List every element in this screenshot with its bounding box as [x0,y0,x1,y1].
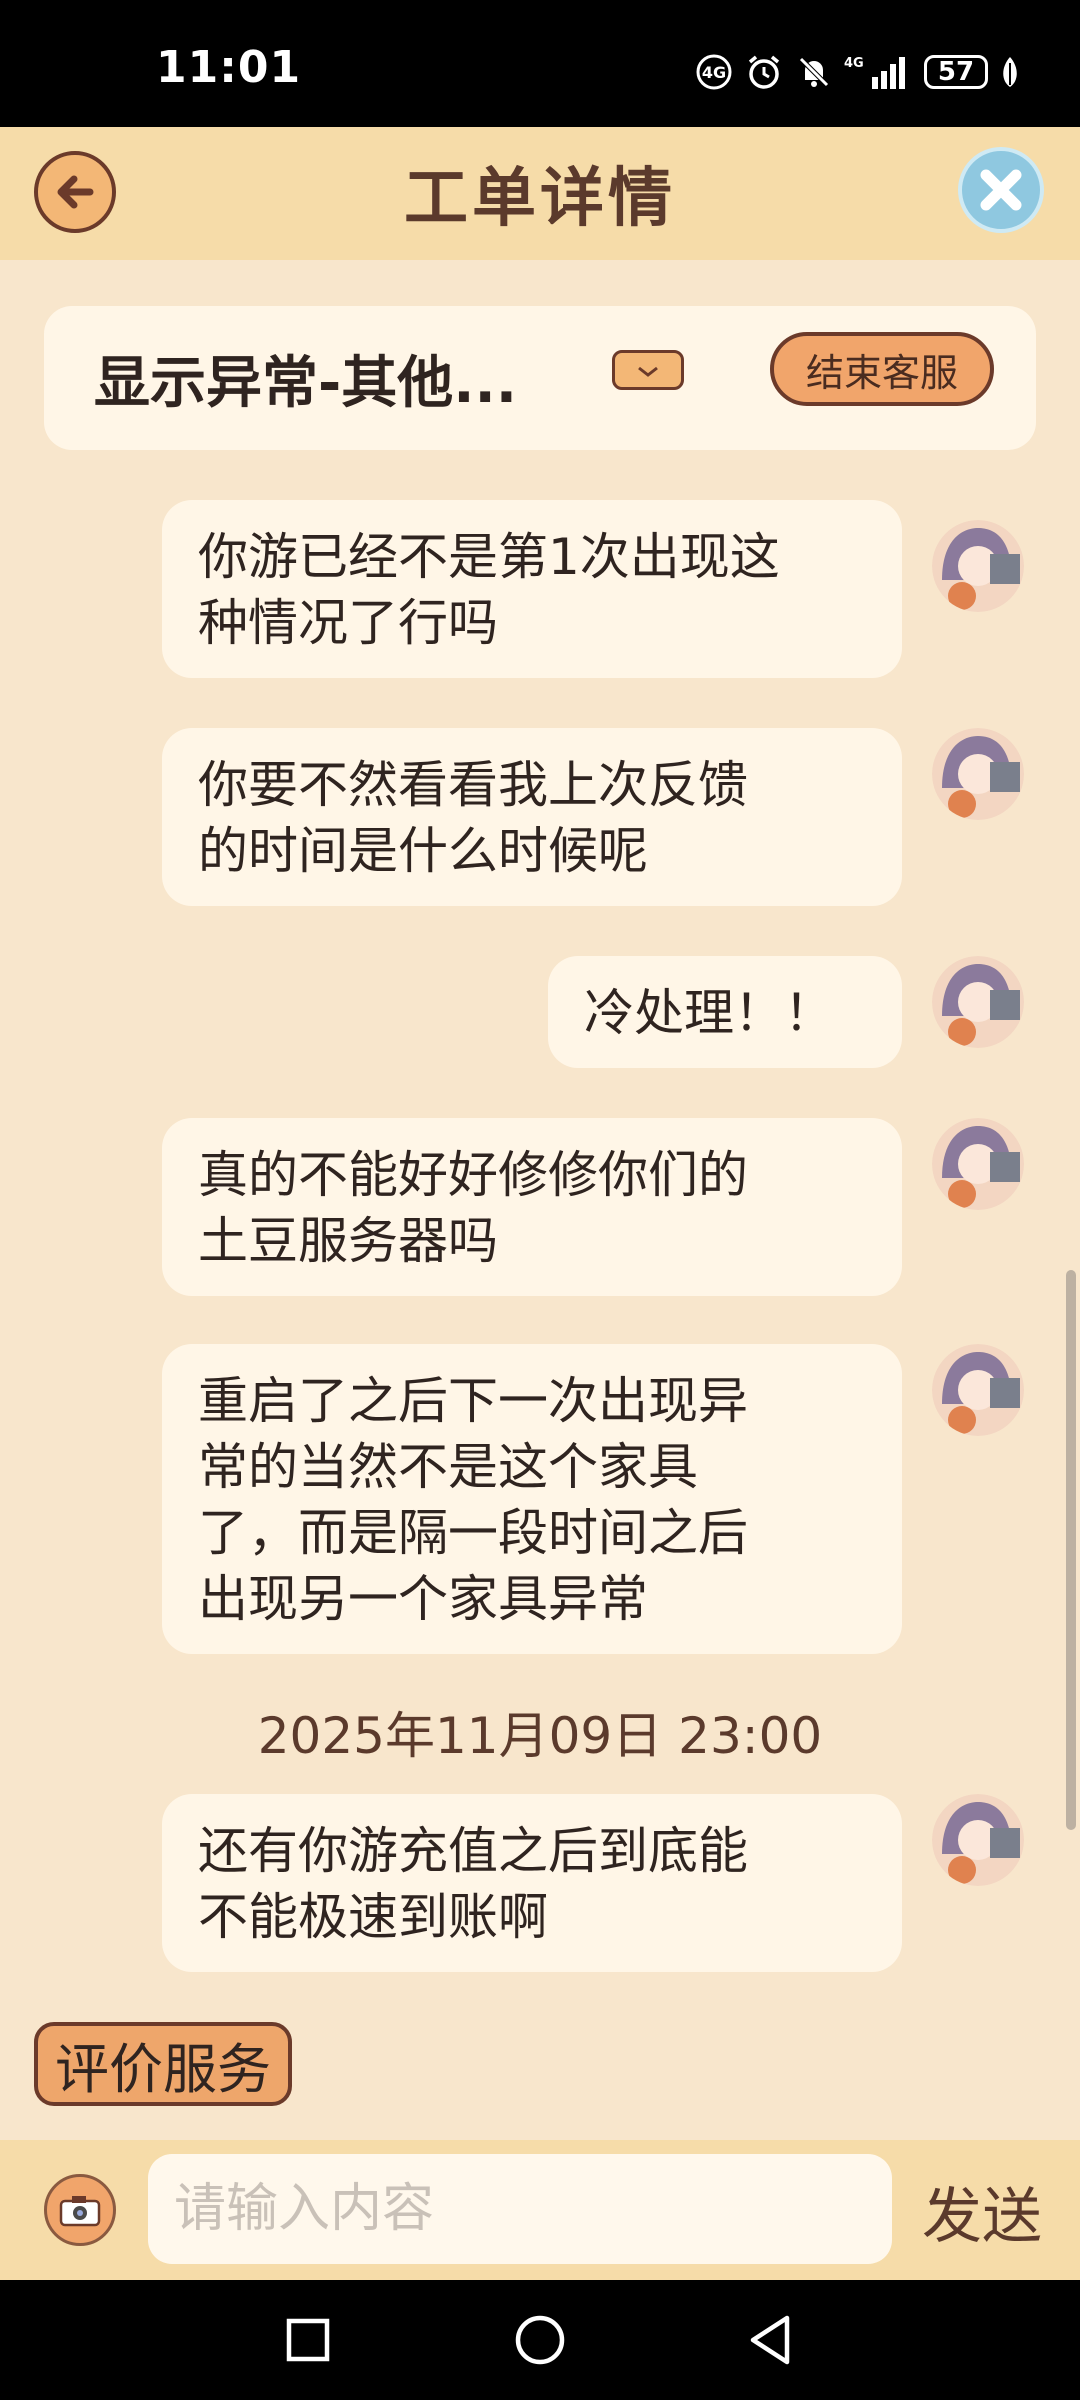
message-line: 常的当然不是这个家具 [198,1438,698,1496]
message-line: 的时间是什么时候呢 [198,822,648,880]
hd-icon: 4G [694,52,734,92]
message-bubble: 你游已经不是第1次出现这 种情况了行吗 [162,500,902,678]
message-line: 重启了之后下一次出现异 [198,1372,748,1430]
camera-icon [59,2196,101,2227]
page-title: 工单详情 [404,162,676,236]
avatar[interactable] [932,520,1024,612]
message-line: 你游已经不是第1次出现这 [198,528,780,586]
message-bubble: 你要不然看看我上次反馈 的时间是什么时候呢 [162,728,902,906]
message-line: 种情况了行吗 [198,594,498,652]
signal-icon: 4G [844,52,914,92]
back-nav-button[interactable] [740,2310,800,2370]
message-line: 出现另一个家具异常 [198,1570,648,1628]
input-bar: 发送 [0,2140,1080,2280]
camera-button[interactable] [44,2174,116,2246]
status-time: 11:01 [156,42,302,93]
avatar[interactable] [932,1344,1024,1436]
chevron-down-icon [638,366,658,377]
rate-service-button[interactable]: 评价服务 [34,2022,292,2106]
message-bubble: 真的不能好好修修你们的 土豆服务器吗 [162,1118,902,1296]
message-line: 还有你游充值之后到底能 [198,1822,748,1880]
leaf-icon [998,52,1022,92]
status-bar: 11:01 4G 4G 57 [0,0,1080,127]
message-line: 不能极速到账啊 [198,1888,548,1946]
ticket-title: 显示异常-其他... [94,351,518,416]
message-line: 你要不然看看我上次反馈 [198,756,748,814]
avatar[interactable] [932,728,1024,820]
network-label: 4G [844,56,864,71]
avatar[interactable] [932,1794,1024,1886]
alarm-icon [744,52,784,92]
battery-icon: 57 [924,55,988,89]
triangle-back-icon [750,2315,790,2365]
app-header: 工单详情 [0,127,1080,260]
circle-icon [515,2315,565,2365]
system-nav-bar [0,2280,1080,2400]
message-line: 真的不能好好修修你们的 [198,1146,748,1204]
message-bubble: 还有你游充值之后到底能 不能极速到账啊 [162,1794,902,1972]
message-bubble: 重启了之后下一次出现异 常的当然不是这个家具 了，而是隔一段时间之后 出现另一个… [162,1344,902,1654]
expand-button[interactable] [612,350,684,390]
chat-area[interactable]: 你游已经不是第1次出现这 种情况了行吗 你要不然看看我上次反馈 的时间是什么时候… [0,480,1080,2020]
message-line: 冷处理！！ [584,984,834,1042]
end-service-button[interactable]: 结束客服 [770,332,994,406]
message-line: 了，而是隔一段时间之后 [198,1504,748,1562]
mute-icon [794,52,834,92]
send-button[interactable]: 发送 [922,2168,1042,2255]
message-input[interactable] [148,2154,892,2264]
square-icon [286,2318,330,2362]
close-button[interactable] [958,147,1044,233]
message-bubble: 冷处理！！ [548,956,902,1068]
home-button[interactable] [510,2310,570,2370]
close-icon [980,169,1022,211]
status-icons: 4G 4G 57 [694,46,1022,98]
avatar[interactable] [932,956,1024,1048]
message-line: 土豆服务器吗 [198,1212,498,1270]
message-timestamp: 2025年11月09日 23:00 [257,1707,823,1765]
ticket-card: 显示异常-其他... 结束客服 [44,306,1036,450]
avatar[interactable] [932,1118,1024,1210]
recent-apps-button[interactable] [278,2310,338,2370]
svg-text:4G: 4G [702,63,726,82]
chat-scrollbar[interactable] [1066,1270,1076,1830]
